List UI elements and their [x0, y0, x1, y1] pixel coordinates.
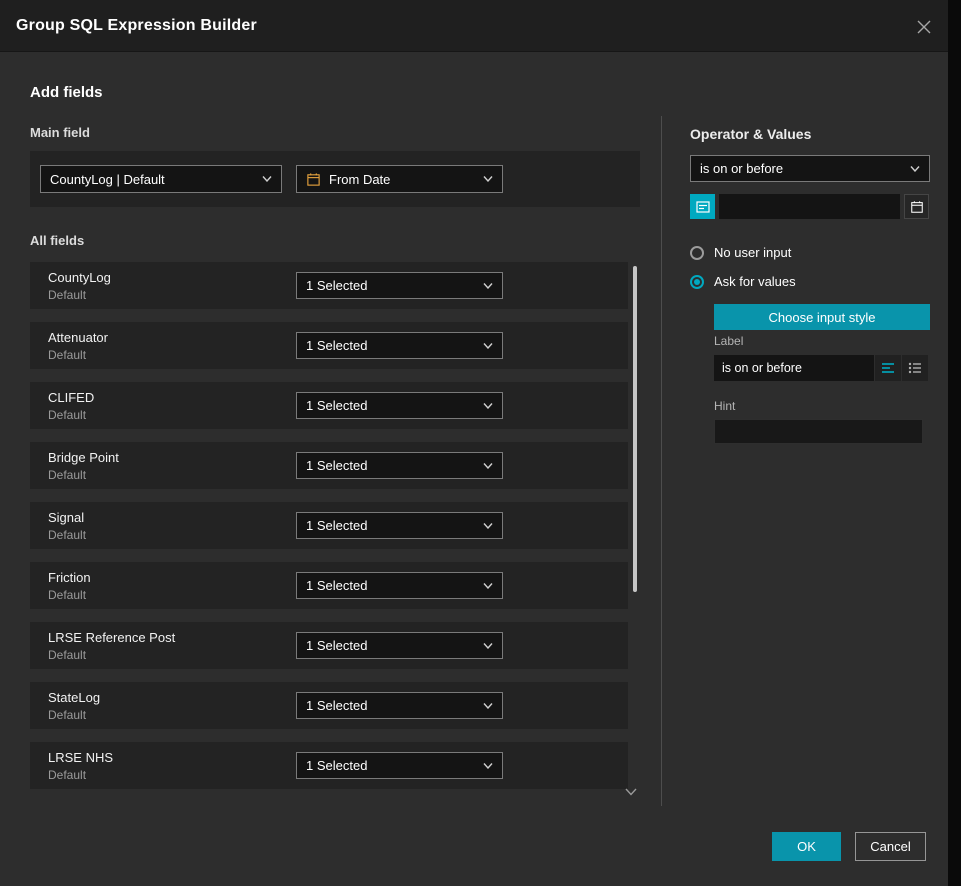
field-select-dropdown[interactable]: 1 Selected — [296, 512, 503, 539]
all-fields-label: All fields — [30, 233, 84, 248]
field-select-value: 1 Selected — [306, 458, 475, 473]
field-select-dropdown[interactable]: 1 Selected — [296, 752, 503, 779]
field-select-dropdown[interactable]: 1 Selected — [296, 572, 503, 599]
field-name: Signal — [48, 510, 84, 525]
field-row: Friction Default 1 Selected — [30, 562, 628, 609]
dialog-titlebar: Group SQL Expression Builder — [0, 0, 948, 52]
radio-ask-for-values[interactable]: Ask for values — [690, 274, 796, 289]
chevron-down-icon — [483, 343, 493, 349]
radio-selected-icon — [690, 275, 704, 289]
field-row: LRSE NHS Default 1 Selected — [30, 742, 628, 789]
field-name: Attenuator — [48, 330, 108, 345]
add-fields-heading: Add fields — [30, 84, 103, 101]
hint-field-label: Hint — [714, 399, 735, 413]
field-name: Bridge Point — [48, 450, 119, 465]
field-row: CLIFED Default 1 Selected — [30, 382, 628, 429]
dialog-title: Group SQL Expression Builder — [16, 17, 257, 35]
cancel-button[interactable]: Cancel — [855, 832, 926, 861]
field-select-dropdown[interactable]: 1 Selected — [296, 452, 503, 479]
field-select-dropdown[interactable]: 1 Selected — [296, 272, 503, 299]
main-field-panel: CountyLog | Default From Date — [30, 151, 640, 207]
field-select-dropdown[interactable]: 1 Selected — [296, 632, 503, 659]
chevron-down-icon — [483, 763, 493, 769]
chevron-down-icon — [483, 703, 493, 709]
ok-button[interactable]: OK — [772, 832, 841, 861]
field-subtitle: Default — [48, 408, 86, 422]
scrollbar-thumb[interactable] — [633, 266, 637, 592]
main-field-dropdown[interactable]: From Date — [296, 165, 503, 193]
hint-input[interactable] — [714, 419, 923, 444]
radio-no-user-input[interactable]: No user input — [690, 245, 791, 260]
field-select-dropdown[interactable]: 1 Selected — [296, 692, 503, 719]
field-subtitle: Default — [48, 648, 86, 662]
field-row: Signal Default 1 Selected — [30, 502, 628, 549]
field-subtitle: Default — [48, 468, 86, 482]
field-subtitle: Default — [48, 588, 86, 602]
chevron-down-icon — [483, 283, 493, 289]
input-mode-icon[interactable] — [690, 194, 715, 219]
chevron-down-icon — [483, 523, 493, 529]
operator-values-heading: Operator & Values — [690, 126, 811, 142]
field-name: LRSE Reference Post — [48, 630, 175, 645]
field-select-value: 1 Selected — [306, 338, 475, 353]
chevron-down-icon — [483, 403, 493, 409]
chevron-down-icon — [483, 643, 493, 649]
field-select-value: 1 Selected — [306, 758, 475, 773]
chevron-down-icon — [910, 166, 920, 172]
label-input[interactable] — [714, 355, 874, 381]
chevron-down-icon — [483, 463, 493, 469]
field-select-value: 1 Selected — [306, 698, 475, 713]
field-select-value: 1 Selected — [306, 398, 475, 413]
group-sql-expression-builder-dialog: Group SQL Expression Builder Add fields … — [0, 0, 948, 886]
field-name: StateLog — [48, 690, 100, 705]
radio-unselected-icon — [690, 246, 704, 260]
value-input[interactable] — [719, 194, 900, 219]
field-select-value: 1 Selected — [306, 518, 475, 533]
calendar-picker-icon[interactable] — [904, 194, 929, 219]
operator-dropdown-value: is on or before — [700, 161, 902, 176]
main-field-dropdown-value: From Date — [329, 172, 475, 187]
field-name: CountyLog — [48, 270, 111, 285]
radio-label: Ask for values — [714, 274, 796, 289]
close-icon[interactable] — [912, 15, 936, 39]
chevron-down-icon — [483, 176, 493, 182]
single-line-style-icon[interactable] — [875, 355, 901, 381]
chevron-down-icon — [262, 176, 272, 182]
field-subtitle: Default — [48, 708, 86, 722]
main-field-label: Main field — [30, 125, 90, 140]
calendar-icon — [306, 172, 321, 187]
field-select-dropdown[interactable]: 1 Selected — [296, 332, 503, 359]
all-fields-list: CountyLog Default 1 Selected Attenuator … — [30, 262, 628, 789]
operator-dropdown[interactable]: is on or before — [690, 155, 930, 182]
field-subtitle: Default — [48, 528, 86, 542]
scroll-down-icon[interactable] — [624, 786, 638, 798]
field-name: CLIFED — [48, 390, 94, 405]
field-subtitle: Default — [48, 348, 86, 362]
field-row: StateLog Default 1 Selected — [30, 682, 628, 729]
field-select-value: 1 Selected — [306, 638, 475, 653]
layer-dropdown[interactable]: CountyLog | Default — [40, 165, 282, 193]
list-scrollbar[interactable] — [631, 263, 639, 791]
chevron-down-icon — [483, 583, 493, 589]
radio-label: No user input — [714, 245, 791, 260]
field-subtitle: Default — [48, 768, 86, 782]
field-name: LRSE NHS — [48, 750, 113, 765]
panel-divider — [661, 116, 662, 806]
choose-input-style-button[interactable]: Choose input style — [714, 304, 930, 330]
field-select-dropdown[interactable]: 1 Selected — [296, 392, 503, 419]
field-row: CountyLog Default 1 Selected — [30, 262, 628, 309]
field-subtitle: Default — [48, 288, 86, 302]
layer-dropdown-value: CountyLog | Default — [50, 172, 254, 187]
list-style-icon[interactable] — [902, 355, 928, 381]
field-row: Attenuator Default 1 Selected — [30, 322, 628, 369]
field-select-value: 1 Selected — [306, 278, 475, 293]
label-field-label: Label — [714, 334, 743, 348]
field-row: Bridge Point Default 1 Selected — [30, 442, 628, 489]
field-name: Friction — [48, 570, 91, 585]
field-row: LRSE Reference Post Default 1 Selected — [30, 622, 628, 669]
field-select-value: 1 Selected — [306, 578, 475, 593]
